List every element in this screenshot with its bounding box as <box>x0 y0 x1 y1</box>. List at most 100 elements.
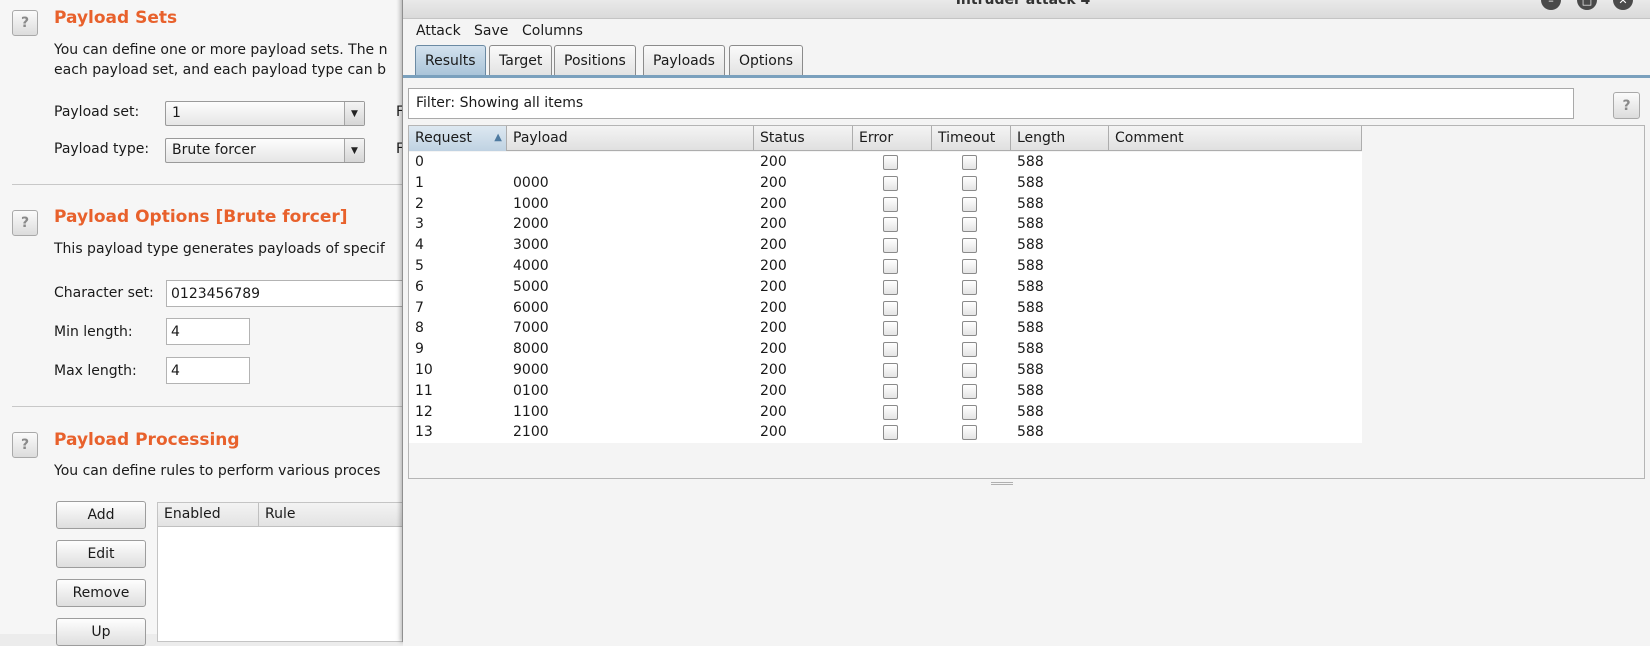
payload-type-select[interactable]: Brute forcer ▼ <box>165 138 365 163</box>
column-header-enabled[interactable]: Enabled <box>158 503 259 527</box>
timeout-checkbox[interactable] <box>962 155 977 170</box>
filter-help-button[interactable]: ? <box>1613 92 1640 119</box>
cell-request: 9 <box>415 341 424 358</box>
cell-payload: 6000 <box>513 299 549 316</box>
cell-length: 588 <box>1017 424 1044 441</box>
error-checkbox[interactable] <box>883 383 898 399</box>
table-row[interactable]: 2 1000 200 588 <box>409 194 1362 215</box>
table-row[interactable]: 8 7000 200 588 <box>409 318 1362 339</box>
section-divider <box>12 184 412 185</box>
error-checkbox[interactable] <box>883 342 898 358</box>
error-checkbox[interactable] <box>883 425 898 441</box>
tab-payloads[interactable]: Payloads <box>643 45 725 76</box>
cell-status: 200 <box>760 174 787 191</box>
column-header-payload[interactable]: Payload <box>507 126 754 151</box>
timeout-checkbox[interactable] <box>962 342 977 358</box>
payload-options-help-button[interactable]: ? <box>12 210 38 236</box>
window-title: Intruder attack 4 <box>955 0 1091 8</box>
column-header-timeout[interactable]: Timeout <box>932 126 1011 151</box>
close-icon[interactable]: ✕ <box>1613 0 1633 10</box>
results-table-pane[interactable]: Request ▲ Payload Status Error Timeout L… <box>408 125 1645 479</box>
cell-comment <box>1109 402 1121 423</box>
timeout-checkbox[interactable] <box>962 258 977 274</box>
table-row[interactable]: 12 1100 200 588 <box>409 402 1362 423</box>
timeout-checkbox[interactable] <box>962 238 977 254</box>
timeout-checkbox[interactable] <box>962 279 977 295</box>
timeout-checkbox[interactable] <box>962 175 977 191</box>
payload-sets-help-button[interactable]: ? <box>12 10 38 36</box>
table-row[interactable]: 9 8000 200 588 <box>409 339 1362 360</box>
error-checkbox[interactable] <box>883 196 898 212</box>
cell-comment <box>1109 194 1121 215</box>
table-row[interactable]: 6 5000 200 588 <box>409 277 1362 298</box>
error-checkbox[interactable] <box>883 321 898 337</box>
cell-comment <box>1109 214 1121 235</box>
cell-payload: 0000 <box>513 174 549 191</box>
timeout-checkbox[interactable] <box>962 300 977 316</box>
timeout-checkbox[interactable] <box>962 362 977 378</box>
error-checkbox[interactable] <box>883 258 898 274</box>
results-table-body: 0 200 588 1 0000 200 588 2 1000 200 588 3 2000 200 588… <box>409 152 1362 444</box>
window-titlebar[interactable]: Intruder attack 4 – □ ✕ <box>403 0 1650 19</box>
column-header-status[interactable]: Status <box>754 126 853 151</box>
error-checkbox[interactable] <box>883 362 898 378</box>
timeout-checkbox[interactable] <box>962 404 977 420</box>
timeout-checkbox[interactable] <box>962 321 977 337</box>
column-header-comment[interactable]: Comment <box>1109 126 1362 151</box>
add-rule-button[interactable]: Add <box>56 501 146 529</box>
results-filter-bar[interactable]: Filter: Showing all items <box>408 88 1574 119</box>
max-length-input[interactable] <box>166 357 250 384</box>
timeout-checkbox[interactable] <box>962 217 977 233</box>
menu-attack[interactable]: Attack <box>416 23 461 39</box>
column-header-request[interactable]: Request ▲ <box>409 126 507 151</box>
cell-payload: 0100 <box>513 382 549 399</box>
error-checkbox[interactable] <box>883 238 898 254</box>
min-length-input[interactable] <box>166 318 250 345</box>
cell-request: 8 <box>415 320 424 337</box>
error-checkbox[interactable] <box>883 279 898 295</box>
tab-results[interactable]: Results <box>415 45 486 76</box>
error-checkbox[interactable] <box>883 175 898 191</box>
table-row[interactable]: 0 200 588 <box>409 152 1362 173</box>
timeout-checkbox[interactable] <box>962 383 977 399</box>
tab-positions[interactable]: Positions <box>554 45 636 76</box>
min-length-label: Min length: <box>54 324 133 340</box>
payload-processing-help-button[interactable]: ? <box>12 432 38 458</box>
split-pane-handle[interactable] <box>991 482 1013 485</box>
tab-options[interactable]: Options <box>729 45 804 76</box>
chevron-down-icon: ▼ <box>344 139 364 162</box>
remove-rule-button[interactable]: Remove <box>56 579 146 607</box>
timeout-checkbox[interactable] <box>962 196 977 212</box>
cell-request: 2 <box>415 195 424 212</box>
tab-target[interactable]: Target <box>489 45 553 76</box>
cell-payload: 2000 <box>513 216 549 233</box>
error-checkbox[interactable] <box>883 155 898 170</box>
maximize-icon[interactable]: □ <box>1577 0 1597 10</box>
cell-comment <box>1109 235 1121 256</box>
menu-columns[interactable]: Columns <box>522 23 583 39</box>
column-header-error[interactable]: Error <box>853 126 932 151</box>
cell-comment <box>1109 277 1121 298</box>
table-row[interactable]: 10 9000 200 588 <box>409 360 1362 381</box>
table-row[interactable]: 11 0100 200 588 <box>409 381 1362 402</box>
table-row[interactable]: 3 2000 200 588 <box>409 214 1362 235</box>
error-checkbox[interactable] <box>883 217 898 233</box>
error-checkbox[interactable] <box>883 404 898 420</box>
payload-processing-title: Payload Processing <box>54 430 240 450</box>
minimize-icon[interactable]: – <box>1541 0 1561 10</box>
timeout-checkbox[interactable] <box>962 425 977 441</box>
menu-save[interactable]: Save <box>474 23 508 39</box>
table-row[interactable]: 1 0000 200 588 <box>409 173 1362 194</box>
table-row[interactable]: 4 3000 200 588 <box>409 235 1362 256</box>
cell-payload: 5000 <box>513 278 549 295</box>
table-row[interactable]: 5 4000 200 588 <box>409 256 1362 277</box>
error-checkbox[interactable] <box>883 300 898 316</box>
column-header-length[interactable]: Length <box>1011 126 1109 151</box>
table-row[interactable]: 13 2100 200 588 <box>409 422 1362 443</box>
edit-rule-button[interactable]: Edit <box>56 540 146 568</box>
payload-set-value: 1 <box>172 105 181 121</box>
move-up-rule-button[interactable]: Up <box>56 618 146 646</box>
table-row[interactable]: 7 6000 200 588 <box>409 298 1362 319</box>
payload-set-select[interactable]: 1 ▼ <box>165 101 365 126</box>
character-set-input[interactable] <box>166 280 426 307</box>
